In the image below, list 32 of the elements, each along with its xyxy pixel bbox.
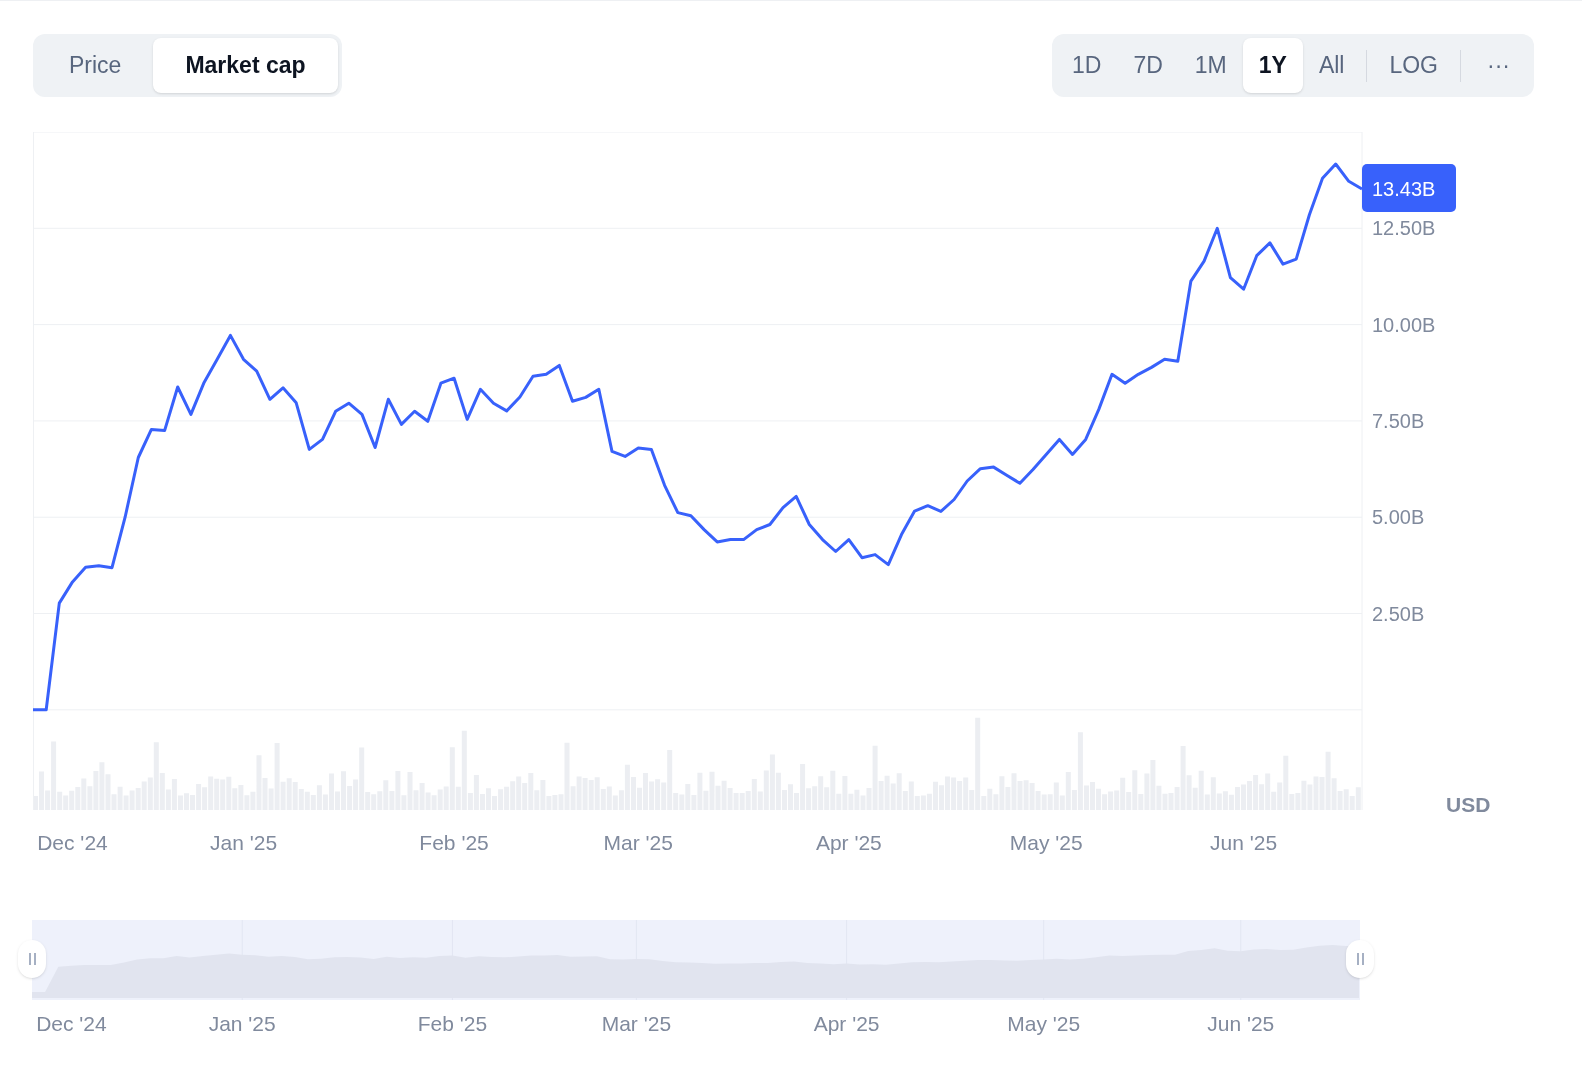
range-button[interactable]: 1M	[1178, 38, 1243, 93]
x-axis-label: Jan '25	[210, 831, 278, 854]
navigator-date-label: Feb '25	[417, 1011, 488, 1037]
currency-label: USD	[1446, 793, 1491, 816]
more-button[interactable]: ···	[1467, 38, 1530, 93]
x-axis-label: Feb '25	[419, 831, 489, 854]
range-handle[interactable]	[1346, 940, 1374, 978]
navigator-date-label: Jan '25	[208, 1011, 276, 1037]
chart-type-tab[interactable]: Market cap	[153, 38, 338, 93]
range-handle[interactable]	[18, 940, 46, 978]
navigator-date-label: Apr '25	[813, 1011, 880, 1037]
range-button[interactable]: 1D	[1055, 38, 1118, 93]
log-scale-button[interactable]: LOG	[1373, 38, 1454, 93]
navigator-date-label: Dec '24	[36, 1011, 107, 1037]
navigator-date-label: Jun '25	[1207, 1011, 1275, 1037]
navigator-date-label: May '25	[1007, 1011, 1081, 1037]
y-axis-label: 12.50B	[1372, 217, 1436, 240]
y-axis-label: 5.00B	[1372, 506, 1425, 529]
range-button[interactable]: 1Y	[1242, 38, 1303, 93]
x-axis-label: Jun '25	[1210, 831, 1278, 854]
y-axis-label: 7.50B	[1372, 409, 1425, 432]
current-value-badge: 13.43B	[1362, 164, 1456, 212]
navigator-date-label: Mar '25	[601, 1011, 672, 1037]
x-axis-label: May '25	[1009, 831, 1083, 854]
range-button[interactable]: All	[1302, 38, 1361, 93]
range-button[interactable]: 7D	[1117, 38, 1179, 93]
x-axis-label: Apr '25	[815, 831, 882, 854]
y-axis-label: 10.00B	[1372, 313, 1436, 336]
chart-type-tab[interactable]: Price	[37, 38, 154, 93]
y-axis-label: 2.50B	[1372, 602, 1425, 625]
x-axis-label: Mar '25	[603, 831, 673, 854]
x-axis-label: Dec '24	[37, 831, 108, 854]
